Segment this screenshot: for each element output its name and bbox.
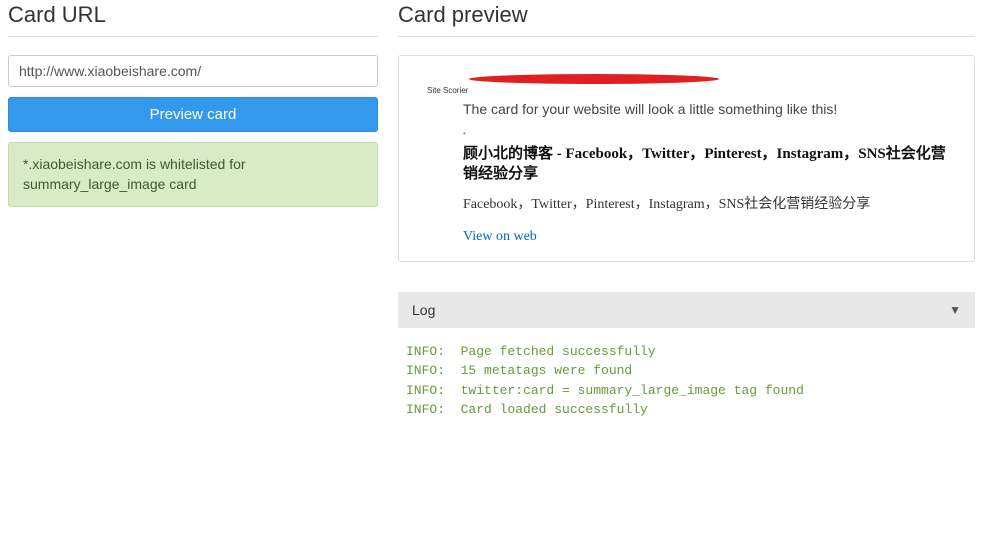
card-description: Facebook，Twitter，Pinterest，Instagram，SNS…	[463, 193, 954, 213]
tiny-bullet: •	[463, 129, 954, 138]
log-line: INFO: Card loaded successfully	[406, 400, 967, 420]
card-url-heading: Card URL	[8, 2, 378, 28]
card-preview-panel: Card preview Site Scorier The card for y…	[398, 0, 975, 434]
chevron-down-icon: ▼	[949, 303, 961, 317]
log-panel: Log ▼ INFO: Page fetched successfully IN…	[398, 292, 975, 434]
log-body: INFO: Page fetched successfully INFO: 15…	[398, 328, 975, 434]
card-preview-box: Site Scorier The card for your website w…	[398, 55, 975, 262]
divider	[398, 36, 975, 37]
log-line: INFO: 15 metatags were found	[406, 361, 967, 381]
preview-card-button[interactable]: Preview card	[8, 97, 378, 132]
preview-intro-text: The card for your website will look a li…	[463, 101, 954, 117]
site-source-label: Site Scorier	[427, 86, 954, 95]
divider	[8, 36, 378, 37]
log-line: INFO: twitter:card = summary_large_image…	[406, 381, 967, 401]
log-header[interactable]: Log ▼	[398, 292, 975, 328]
redaction-mark	[469, 74, 719, 84]
card-url-panel: Card URL Preview card *.xiaobeishare.com…	[8, 0, 398, 434]
url-input[interactable]	[8, 55, 378, 87]
view-on-web-link[interactable]: View on web	[463, 229, 537, 244]
whitelist-alert: *.xiaobeishare.com is whitelisted for su…	[8, 142, 378, 207]
card-title: 顾小北的博客 - Facebook，Twitter，Pinterest，Inst…	[463, 144, 954, 185]
card-preview-heading: Card preview	[398, 2, 975, 28]
log-title: Log	[412, 302, 435, 318]
log-line: INFO: Page fetched successfully	[406, 342, 967, 362]
